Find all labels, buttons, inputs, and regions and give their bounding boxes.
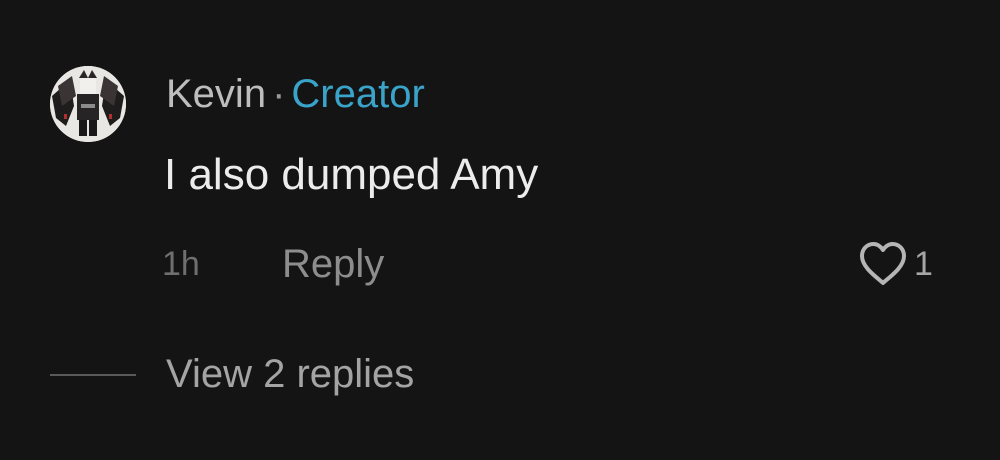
reply-button[interactable]: Reply xyxy=(282,240,384,288)
author-name[interactable]: Kevin xyxy=(166,72,266,116)
like-button[interactable]: 1 xyxy=(856,240,933,288)
comment-header: Kevin · Creator xyxy=(166,70,425,118)
comment-timestamp: 1h xyxy=(162,245,200,283)
separator-dot: · xyxy=(272,72,286,116)
comment-text: I also dumped Amy xyxy=(164,150,539,199)
avatar[interactable] xyxy=(50,66,126,142)
avatar-image xyxy=(50,66,126,142)
creator-badge: Creator xyxy=(291,72,425,116)
view-replies-button[interactable]: View 2 replies xyxy=(166,350,414,398)
like-count: 1 xyxy=(914,245,933,283)
comment-item: Kevin · Creator I also dumped Amy 1h Reply… xyxy=(0,0,1000,460)
replies-divider xyxy=(50,374,136,376)
heart-outline-icon xyxy=(860,242,906,285)
